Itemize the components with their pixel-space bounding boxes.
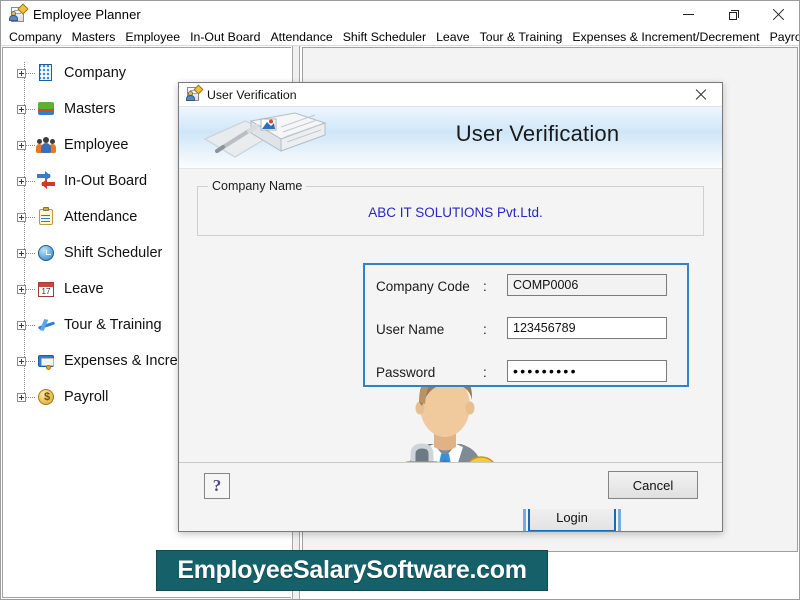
restore-icon [729, 10, 739, 20]
company-code-label: Company Code [376, 279, 470, 294]
field-separator: : [483, 279, 487, 294]
question-mark-icon: ? [213, 476, 222, 496]
user-name-label: User Name [376, 322, 444, 337]
watermark-text: EmployeeSalarySoftware.com [177, 556, 526, 585]
menu-item-tour-training[interactable]: Tour & Training [475, 28, 568, 46]
application-window: Employee Planner Company Masters Employe… [0, 0, 800, 600]
company-name-legend: Company Name [208, 179, 306, 193]
clipboard-icon [36, 207, 56, 227]
field-separator: : [483, 322, 487, 337]
expand-plus-icon[interactable] [17, 357, 26, 366]
expand-plus-icon[interactable] [17, 177, 26, 186]
menu-item-masters[interactable]: Masters [67, 28, 121, 46]
tree-node-label: Tour & Training [64, 317, 162, 333]
clock-icon [36, 243, 56, 263]
calendar-icon: 17 [36, 279, 56, 299]
arrows-icon [36, 171, 56, 191]
dialog-header-band: User Verification [179, 107, 722, 169]
tree-node-label: Masters [64, 101, 116, 117]
menu-item-payroll[interactable]: Payroll [765, 28, 800, 46]
help-button[interactable]: ? [204, 473, 230, 499]
company-code-input[interactable] [507, 274, 667, 296]
close-button[interactable] [756, 1, 800, 28]
field-row-password: Password : ••••••••• [365, 362, 687, 388]
window-titlebar: Employee Planner [1, 1, 800, 28]
expand-plus-icon[interactable] [17, 393, 26, 402]
window-controls [666, 1, 800, 28]
calendar-day-number: 17 [38, 287, 54, 297]
company-name-groupbox: Company Name ABC IT SOLUTIONS Pvt.Ltd. [197, 186, 704, 236]
close-icon [695, 89, 707, 101]
app-planner-icon [9, 6, 26, 23]
tree-connector-line [26, 361, 35, 362]
people-icon [36, 135, 56, 155]
field-row-user-name: User Name : [365, 319, 687, 345]
tree-connector-line [26, 397, 35, 398]
dialog-titlebar: User Verification [179, 83, 722, 107]
tree-connector-line [26, 181, 35, 182]
field-row-company-code: Company Code : [365, 276, 687, 302]
menu-item-leave[interactable]: Leave [431, 28, 475, 46]
expand-plus-icon[interactable] [17, 105, 26, 114]
credentials-fieldset: Company Code : User Name : Password : ••… [363, 263, 689, 387]
minimize-button[interactable] [666, 1, 711, 28]
window-title: Employee Planner [33, 7, 141, 22]
cancel-button[interactable]: Cancel [608, 471, 698, 499]
tree-node-label: Company [64, 65, 126, 81]
dialog-content: Company Name ABC IT SOLUTIONS Pvt.Ltd. [179, 169, 722, 509]
dialog-title: User Verification [207, 88, 297, 102]
company-name-value: ABC IT SOLUTIONS Pvt.Ltd. [198, 205, 703, 220]
expand-plus-icon[interactable] [17, 285, 26, 294]
tree-connector-line [26, 253, 35, 254]
tree-connector-line [26, 217, 35, 218]
minimize-icon [683, 14, 694, 15]
expand-plus-icon[interactable] [17, 249, 26, 258]
menu-item-attendance[interactable]: Attendance [265, 28, 337, 46]
tree-node-label: Payroll [64, 389, 108, 405]
layers-icon [36, 99, 56, 119]
airplane-icon [36, 315, 56, 335]
dialog-footer: ? Cancel [179, 462, 722, 509]
app-planner-icon [186, 87, 201, 102]
menu-item-employee[interactable]: Employee [120, 28, 185, 46]
expand-plus-icon[interactable] [17, 213, 26, 222]
watermark-banner: EmployeeSalarySoftware.com [156, 550, 548, 591]
expand-plus-icon[interactable] [17, 141, 26, 150]
tree-node-label: Attendance [64, 209, 137, 225]
tree-node-label: Employee [64, 137, 128, 153]
close-icon [772, 8, 785, 21]
tree-connector-line [26, 109, 35, 110]
tree-connector-line [26, 325, 35, 326]
dialog-close-button[interactable] [680, 83, 722, 107]
tree-node-label: Leave [64, 281, 104, 297]
tree-connector-line [26, 73, 35, 74]
user-verification-dialog: User Verification [178, 82, 723, 532]
menu-item-expenses[interactable]: Expenses & Increment/Decrement [567, 28, 764, 46]
user-name-input[interactable] [507, 317, 667, 339]
building-icon [36, 63, 56, 83]
tree-connector-line [26, 145, 35, 146]
tree-node-label: Shift Scheduler [64, 245, 162, 261]
tree-connector-line [26, 289, 35, 290]
expand-plus-icon[interactable] [17, 69, 26, 78]
menu-item-in-out-board[interactable]: In-Out Board [185, 28, 265, 46]
menu-item-company[interactable]: Company [4, 28, 67, 46]
wallet-icon [36, 351, 56, 371]
coin-icon [36, 387, 56, 407]
maximize-button[interactable] [711, 1, 756, 28]
dialog-header-title: User Verification [179, 121, 722, 147]
menu-item-shift-scheduler[interactable]: Shift Scheduler [338, 28, 431, 46]
password-label: Password [376, 365, 435, 380]
menubar: Company Masters Employee In-Out Board At… [1, 28, 799, 46]
tree-node-label: In-Out Board [64, 173, 147, 189]
field-separator: : [483, 365, 487, 380]
password-input[interactable]: ••••••••• [507, 360, 667, 382]
expand-plus-icon[interactable] [17, 321, 26, 330]
